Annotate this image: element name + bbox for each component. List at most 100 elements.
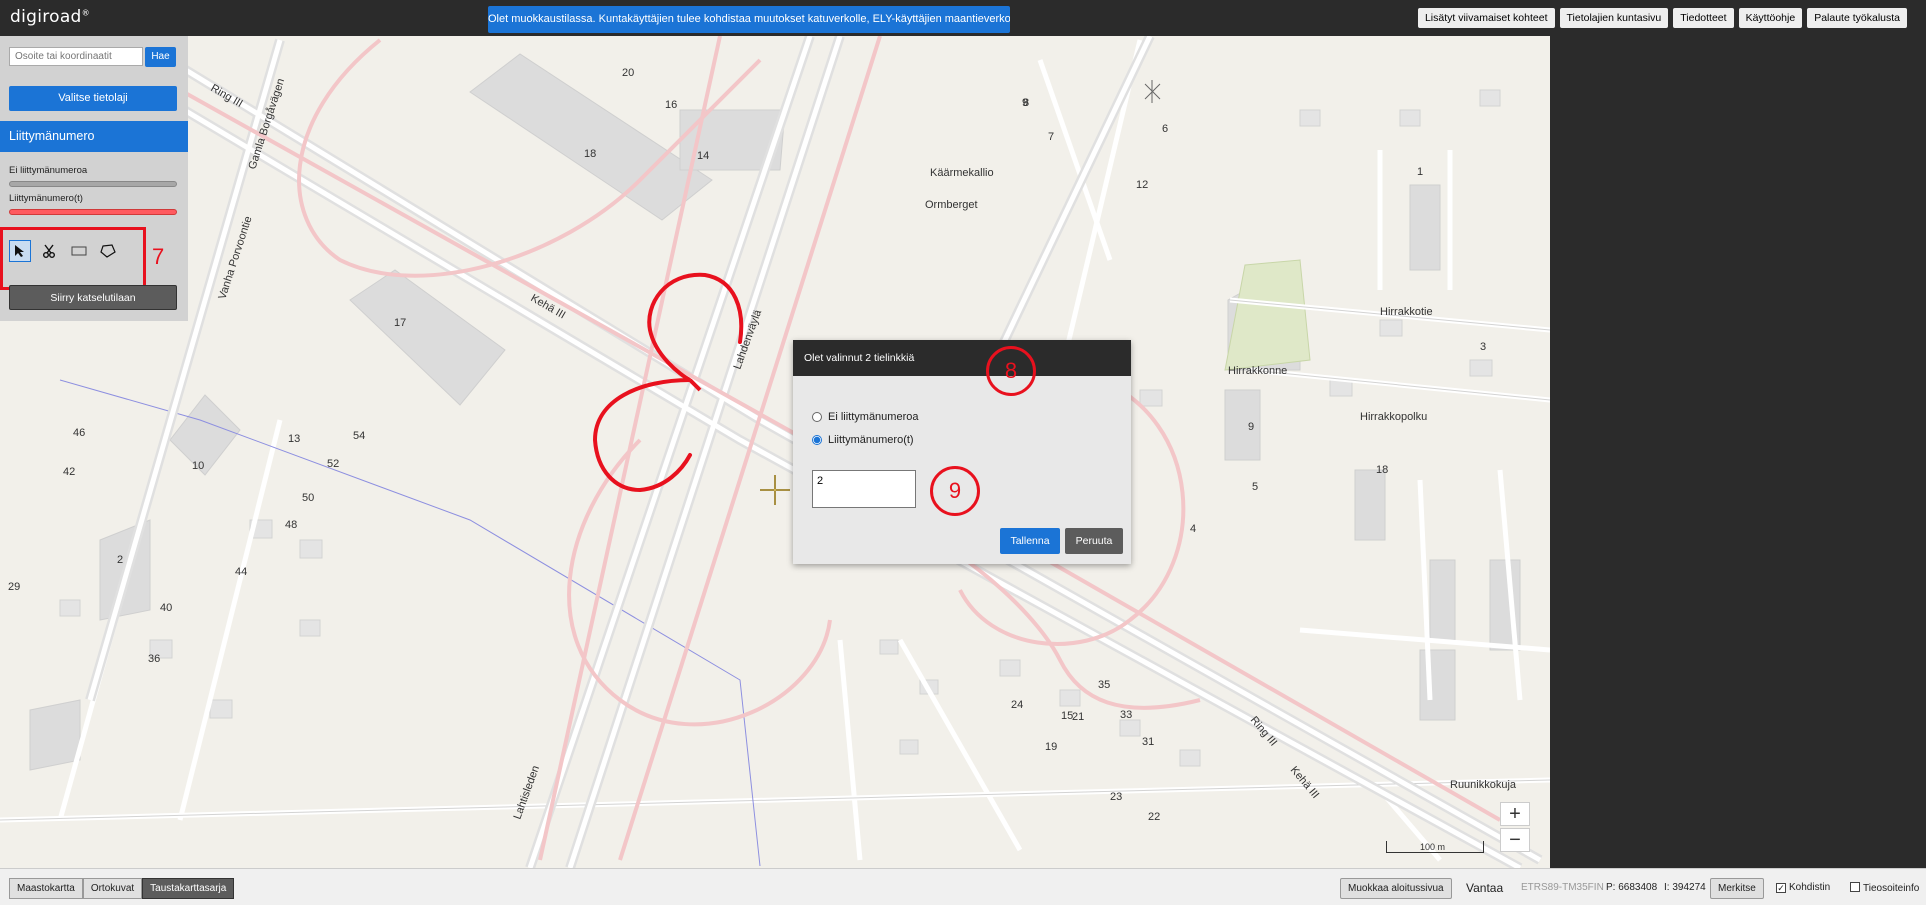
building bbox=[1429, 559, 1456, 641]
option-label: Liittymänumero(t) bbox=[828, 434, 914, 446]
house-number: 52 bbox=[327, 458, 339, 470]
house-number: 20 bbox=[622, 67, 634, 79]
search-input[interactable] bbox=[9, 47, 143, 66]
small-building bbox=[1479, 89, 1501, 107]
radio-numbers[interactable] bbox=[812, 435, 822, 445]
annotation-number-7: 7 bbox=[152, 244, 165, 269]
small-building bbox=[299, 619, 321, 637]
house-number: 2 bbox=[117, 554, 123, 566]
house-number: 18 bbox=[584, 148, 596, 160]
base-layer-ortho[interactable]: Ortokuvat bbox=[82, 878, 143, 899]
edit-mode-notice: Olet muokkaustilassa. Kuntakäyttäjien tu… bbox=[488, 6, 1010, 33]
road-address-checkbox[interactable] bbox=[1850, 882, 1860, 892]
road-label: Lahtisleden bbox=[512, 764, 543, 821]
logo-mark: ® bbox=[81, 8, 90, 18]
house-number: 5 bbox=[1252, 481, 1258, 493]
place-name-ormberget: Ormberget bbox=[925, 199, 978, 211]
select-tool-icon[interactable] bbox=[9, 240, 31, 262]
house-number: 12 bbox=[1136, 179, 1148, 191]
polygon-tool-icon[interactable] bbox=[97, 240, 119, 262]
annotation-number-8: 8 bbox=[986, 346, 1036, 396]
house-number: 10 bbox=[192, 460, 204, 472]
link-feedback[interactable]: Palaute työkalusta bbox=[1807, 8, 1907, 28]
edit-start-page-button[interactable]: Muokkaa aloitussivua bbox=[1340, 878, 1452, 899]
zoom-in-button[interactable]: + bbox=[1500, 802, 1530, 826]
link-announcements[interactable]: Tiedotteet bbox=[1673, 8, 1734, 28]
park-area bbox=[1224, 259, 1311, 371]
house-number: 9 bbox=[1248, 421, 1254, 433]
building bbox=[169, 394, 241, 476]
building bbox=[1419, 649, 1456, 721]
link-user-guide[interactable]: Käyttöohje bbox=[1738, 8, 1803, 28]
annotation-number-9: 9 bbox=[930, 466, 980, 516]
select-layer-button[interactable]: Valitse tietolaji bbox=[9, 86, 177, 111]
building bbox=[1224, 389, 1261, 461]
house-number: 17 bbox=[394, 317, 406, 329]
rectangle-tool-icon[interactable] bbox=[68, 240, 90, 262]
house-number: 9 bbox=[1022, 97, 1028, 109]
radio-no-number[interactable] bbox=[812, 412, 822, 422]
house-number: 14 bbox=[697, 150, 709, 162]
small-building bbox=[879, 639, 899, 655]
house-number: 44 bbox=[235, 566, 247, 578]
link-added-linear-features[interactable]: Lisätyt viivamaiset kohteet bbox=[1417, 8, 1555, 28]
number-textarea[interactable]: 2 bbox=[812, 470, 916, 508]
option-no-number[interactable]: Ei liittymänumeroa bbox=[812, 411, 918, 423]
selection-dialog: Olet valinnut 2 tielinkkiä Ei liittymänu… bbox=[793, 340, 1131, 564]
option-label: Ei liittymänumeroa bbox=[828, 411, 919, 423]
map-view[interactable]: Käärmekallio Ormberget Ring III Kehä III… bbox=[0, 36, 1550, 868]
house-number: 1 bbox=[1417, 166, 1423, 178]
scale-label: 100 m bbox=[1420, 842, 1446, 852]
road-address-toggle[interactable]: Tieosoiteinfo bbox=[1850, 882, 1919, 894]
save-button[interactable]: Tallenna bbox=[1000, 528, 1060, 554]
right-side-panel bbox=[1550, 36, 1926, 868]
house-number: 22 bbox=[1148, 811, 1160, 823]
legend-label-no-number: Ei liittymänumeroa bbox=[9, 165, 88, 176]
minor-road bbox=[1037, 59, 1113, 261]
cancel-button[interactable]: Peruuta bbox=[1065, 528, 1123, 554]
crosshair-toggle[interactable]: ✓ Kohdistin bbox=[1776, 882, 1830, 893]
house-number: 31 bbox=[1142, 736, 1154, 748]
municipality-name: Vantaa bbox=[1466, 881, 1504, 895]
house-number: 19 bbox=[1045, 741, 1057, 753]
base-layer-background[interactable]: Taustakarttasarja bbox=[142, 878, 235, 899]
house-number: 16 bbox=[665, 99, 677, 111]
house-number: 6 bbox=[1162, 123, 1168, 135]
small-building bbox=[999, 659, 1021, 677]
link-layer-municipality-page[interactable]: Tietolajien kuntasivu bbox=[1559, 8, 1669, 28]
small-building bbox=[1059, 689, 1081, 707]
digiroad-logo[interactable]: digiroad® bbox=[10, 7, 90, 27]
house-number: 21 bbox=[1072, 711, 1084, 723]
road-label: Ruunikkokuja bbox=[1450, 779, 1517, 791]
small-building bbox=[1119, 719, 1141, 737]
small-building bbox=[1399, 109, 1421, 127]
cut-tool-icon[interactable] bbox=[38, 240, 60, 262]
house-number: 18 bbox=[1376, 464, 1388, 476]
small-building bbox=[209, 699, 233, 719]
base-layer-terrain[interactable]: Maastokartta bbox=[9, 878, 83, 899]
legend-label-numbers: Liittymänumero(t) bbox=[9, 193, 83, 204]
zoom-out-button[interactable]: − bbox=[1500, 828, 1530, 852]
small-building bbox=[1329, 379, 1353, 397]
coordinate-p: P: 6683408 bbox=[1606, 882, 1658, 893]
building bbox=[1354, 469, 1386, 541]
map-canvas[interactable]: Käärmekallio Ormberget Ring III Kehä III… bbox=[0, 36, 1550, 868]
house-number: 48 bbox=[285, 519, 297, 531]
coordinate-i: I: 394274 bbox=[1664, 882, 1706, 893]
option-numbers[interactable]: Liittymänumero(t) bbox=[812, 434, 914, 446]
small-building bbox=[1379, 319, 1403, 337]
building bbox=[29, 699, 81, 771]
mark-button[interactable]: Merkitse bbox=[1710, 878, 1764, 899]
base-layer-switcher: Maastokartta Ortokuvat Taustakarttasarja bbox=[9, 878, 235, 899]
view-mode-button[interactable]: Siirry katselutilaan bbox=[9, 285, 177, 310]
crosshair-checkbox[interactable]: ✓ bbox=[1776, 883, 1786, 893]
search-button[interactable]: Hae bbox=[145, 47, 176, 67]
small-building bbox=[1179, 749, 1201, 767]
house-number: 23 bbox=[1110, 791, 1122, 803]
building bbox=[1409, 184, 1441, 271]
small-building bbox=[299, 539, 323, 559]
house-number: 50 bbox=[302, 492, 314, 504]
minor-road bbox=[177, 419, 283, 821]
road-label: Hirrakkotie bbox=[1380, 306, 1433, 318]
house-number: 46 bbox=[73, 427, 85, 439]
